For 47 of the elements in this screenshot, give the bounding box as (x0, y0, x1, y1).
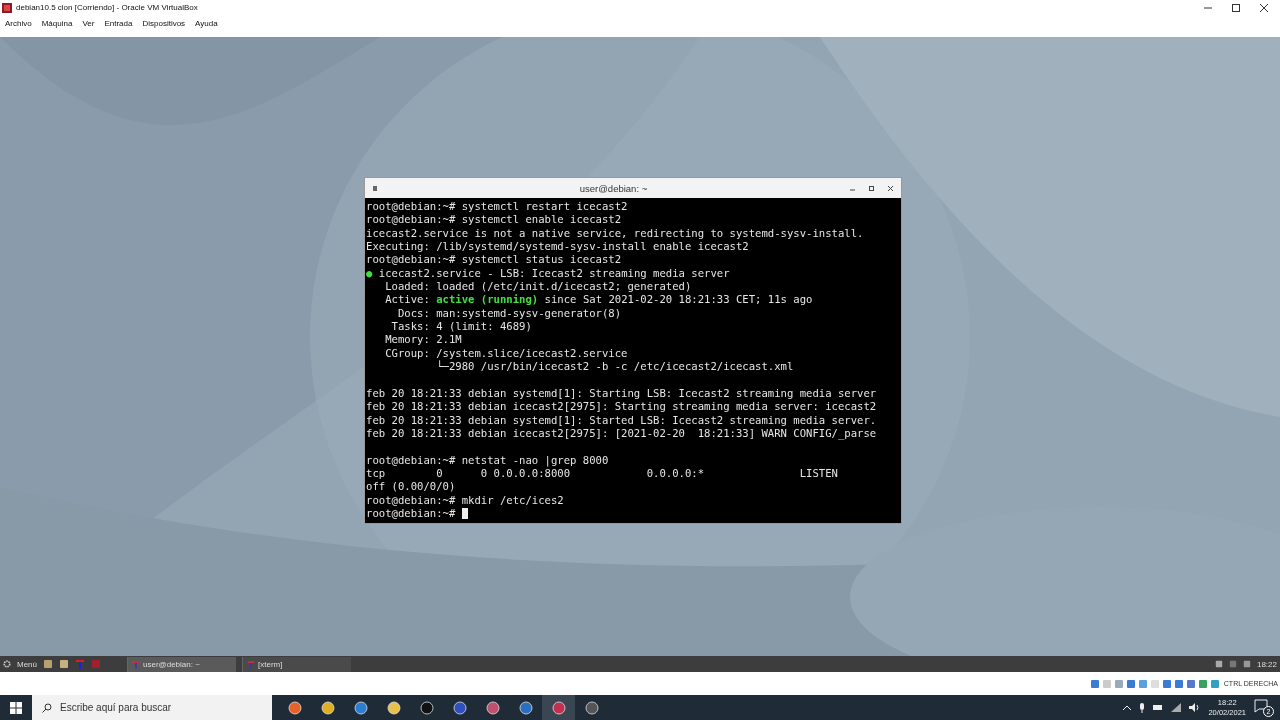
terminal-line: ● icecast2.service - LSB: Icecast2 streaming media server (366, 266, 731, 281)
terminal-line: feb 20 18:21:33 debian icecast2[2975]: [2021-02-20 18:21:33] WARN CONFIG/_parse (366, 426, 878, 441)
terminal-line: feb 20 18:21:33 debian systemd[1]: Starting LSB: Icecast2 streaming media server (366, 386, 878, 401)
terminal-line: root@debian:~# systemctl status icecast2 (366, 253, 623, 267)
notification-icon[interactable] (1254, 698, 1268, 713)
search-icon (42, 702, 52, 713)
terminal-line: root@debian:~# (366, 506, 900, 521)
menu-item[interactable]: Ayuda (195, 18, 218, 28)
terminal-line: feb 20 18:21:33 debian icecast2[2975]: Starting streaming media server: icecast2 (366, 400, 878, 414)
window-menu-icon[interactable] (373, 185, 377, 191)
maximize-icon[interactable] (1232, 3, 1240, 12)
terminal-line: Loaded: loaded (/etc/init.d/icecast2; generated) (384, 280, 693, 294)
menu-item[interactable]: Archivo (5, 18, 32, 28)
chevron-up-icon[interactable] (1123, 705, 1132, 710)
panel-clock: 18:22 (1256, 659, 1277, 669)
terminal-title: user@debian: ~ (579, 182, 648, 194)
terminal-line: root@debian:~# netstat -nao |grep 8000 (366, 453, 610, 467)
terminal-line: Memory: 2.1M (384, 333, 463, 347)
microphone-icon[interactable] (1139, 702, 1146, 713)
menu-item[interactable]: Entrada (104, 18, 133, 28)
maximize-icon[interactable] (869, 185, 874, 191)
terminal-line: root@debian:~# systemctl enable icecast2 (366, 213, 623, 227)
menu-item[interactable]: Máquina (41, 18, 73, 28)
terminal-line: Docs: man:systemd-sysv-generator(8) (396, 306, 623, 321)
task-button[interactable]: user@debian: ~ (127, 656, 236, 672)
terminal-line: CGroup: /system.slice/icecast2.service (384, 346, 629, 361)
menu-button[interactable]: Menú (17, 659, 37, 669)
menu-item[interactable]: Ver (82, 18, 95, 28)
terminal-line: Executing: /lib/systemd/systemd-sysv-install enable icecast2 (366, 240, 750, 254)
terminal-line: Tasks: 4 (limit: 4689) (390, 320, 533, 334)
windows-logo-icon (10, 701, 22, 714)
close-icon[interactable] (888, 185, 893, 191)
close-icon[interactable] (1260, 3, 1268, 12)
terminal-line: └─2980 /usr/bin/icecast2 -b -c /etc/icecast2/icecast.xml (435, 360, 795, 374)
gear-icon[interactable] (3, 660, 11, 668)
terminal-line: feb 20 18:21:33 debian systemd[1]: Started LSB: Icecast2 streaming media server. (366, 413, 878, 427)
terminal-line: icecast2.service is not a native service, redirecting to systemd-sysv-install. (366, 226, 865, 241)
terminal-line: off (0.00/0/0) (366, 480, 457, 494)
terminal-line: root@debian:~# mkdir /etc/ices2 (366, 493, 565, 507)
menu-item[interactable]: Dispositivos (142, 18, 186, 28)
terminal-line: tcp 0 0 0.0.0.0:8000 0.0.0.0:* LISTEN (366, 466, 839, 481)
search-field[interactable]: Escribe aquí para buscar (32, 695, 272, 720)
window-title: debian10.5 clon [Corriendo] - Oracle VM VirtualBox (16, 3, 199, 12)
volume-icon[interactable] (1189, 703, 1201, 712)
task-button[interactable]: [xterm] (242, 656, 351, 672)
terminal-line: Active: active (running) since Sat 2021-02-20 18:21:33 CET; 11s ago (384, 293, 814, 307)
terminal-line: root@debian:~# systemctl restart icecast2 (366, 200, 629, 214)
